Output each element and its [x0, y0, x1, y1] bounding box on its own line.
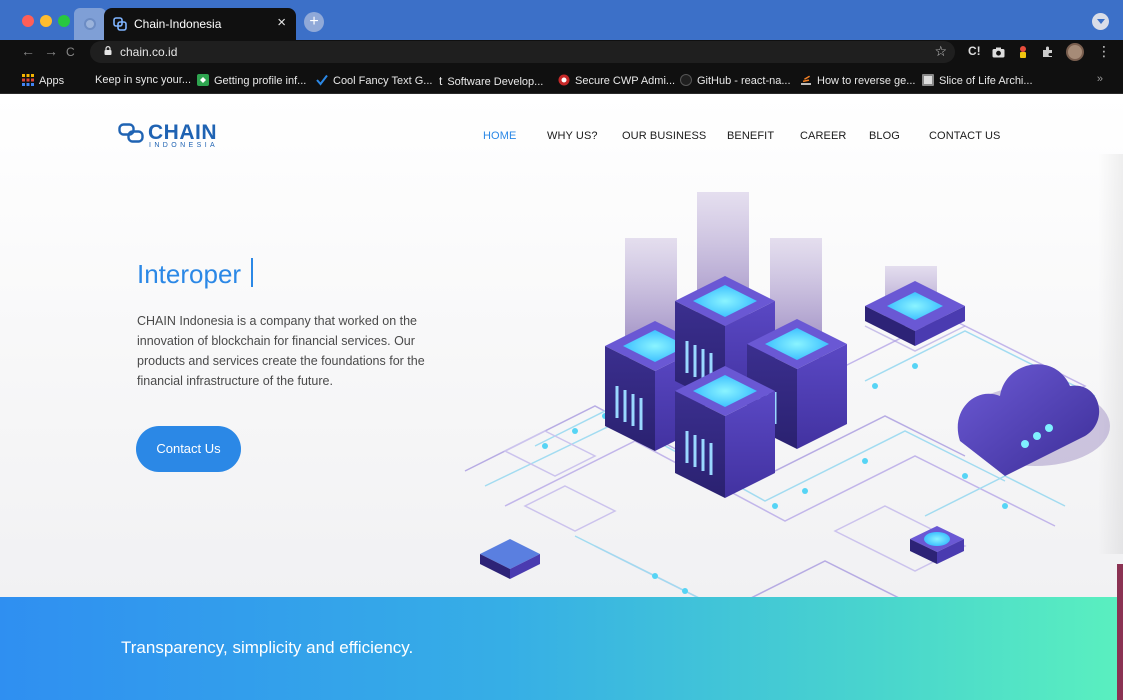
bookmarks-bar: Apps Keep in sync your... Getting profil…: [0, 65, 1123, 94]
logo-subtitle: INDONESIA: [149, 142, 219, 149]
browser-titlebar: Chain-Indonesia × +: [0, 0, 1123, 40]
bookmark-software-develop[interactable]: t Software Develop...: [439, 74, 543, 88]
bookmark-apps[interactable]: Apps: [22, 74, 64, 87]
bookmark-keep-in-sync[interactable]: Keep in sync your...: [95, 74, 191, 86]
bookmark-label: Keep in sync your...: [95, 74, 191, 86]
inactive-tab[interactable]: [74, 8, 106, 40]
bookmark-how-to-reverse[interactable]: How to reverse ge...: [800, 74, 915, 87]
apps-grid-icon: [22, 74, 34, 86]
bookmark-secure-cwp[interactable]: Secure CWP Admi...: [558, 74, 675, 87]
extension-c-icon[interactable]: C!: [968, 44, 981, 58]
side-scroll-strip: [1117, 564, 1123, 700]
typing-caret: [251, 258, 253, 287]
bookmarks-overflow-icon[interactable]: »: [1097, 73, 1103, 85]
url-text[interactable]: chain.co.id: [120, 45, 177, 59]
bookmark-label: Software Develop...: [447, 76, 544, 88]
github-icon: [680, 74, 692, 86]
active-tab[interactable]: Chain-Indonesia ×: [104, 8, 296, 40]
bookmark-getting-profile[interactable]: Getting profile inf...: [197, 74, 306, 87]
reload-icon[interactable]: C: [66, 45, 75, 59]
checkmark-icon: [316, 74, 328, 86]
tab-favicon-icon: [84, 18, 96, 30]
browser-menu-icon[interactable]: ⋮: [1097, 43, 1111, 60]
bookmark-label: Slice of Life Archi...: [939, 75, 1033, 87]
site-icon: [922, 74, 934, 86]
nav-career[interactable]: CAREER: [800, 130, 846, 142]
tab-title: Chain-Indonesia: [134, 17, 222, 31]
bookmark-slice-of-life[interactable]: Slice of Life Archi...: [922, 74, 1033, 87]
hero-description: CHAIN Indonesia is a company that worked…: [137, 314, 425, 388]
profile-menu-icon[interactable]: [1092, 13, 1109, 30]
user-avatar[interactable]: [1066, 43, 1084, 61]
puzzle-extensions-icon[interactable]: [1042, 46, 1054, 58]
cwp-icon: [558, 74, 570, 86]
back-arrow-icon[interactable]: ←: [21, 43, 35, 59]
bookmark-label: GitHub - react-na...: [697, 75, 791, 87]
new-tab-button[interactable]: +: [304, 12, 324, 32]
tagline-text: Transparency, simplicity and efficiency.: [121, 638, 414, 657]
browser-toolbar: ← → C chain.co.id ☆ C! ⋮: [0, 40, 1123, 65]
forward-arrow-icon[interactable]: →: [44, 43, 58, 59]
nav-blog[interactable]: BLOG: [869, 130, 900, 142]
bookmark-label: Secure CWP Admi...: [575, 75, 676, 87]
tab-close-icon[interactable]: ×: [277, 14, 286, 31]
stackoverflow-icon: [801, 75, 811, 85]
bookmark-label: Cool Fancy Text G...: [333, 75, 433, 87]
nav-why-us[interactable]: WHY US?: [547, 130, 598, 142]
nav-contact-us[interactable]: CONTACT US: [929, 130, 1001, 142]
contact-us-button[interactable]: Contact Us: [136, 426, 241, 472]
bookmark-star-icon[interactable]: ☆: [934, 43, 947, 60]
dev-extension-icon[interactable]: [1017, 45, 1029, 59]
nav-our-business[interactable]: OUR BUSINESS: [622, 130, 706, 142]
chain-favicon-icon: [113, 17, 127, 31]
address-bar[interactable]: chain.co.id ☆: [90, 41, 955, 63]
tagline-band: Transparency, simplicity and efficiency.: [0, 597, 1123, 700]
bookmark-label: Apps: [39, 75, 65, 87]
bookmark-cool-fancy-text[interactable]: Cool Fancy Text G...: [316, 74, 432, 87]
hero-title: Interoper: [137, 259, 242, 289]
lock-icon: [104, 46, 112, 55]
bookmark-label: Getting profile inf...: [214, 75, 307, 87]
web-page: CHAIN INDONESIA HOME WHY US? OUR BUSINES…: [0, 94, 1123, 700]
bookmark-github[interactable]: GitHub - react-na...: [680, 74, 791, 87]
maximize-window-button[interactable]: [58, 15, 70, 27]
camera-extension-icon[interactable]: [992, 47, 1005, 58]
bookmark-label: How to reverse ge...: [817, 75, 916, 87]
tumblr-icon: t: [439, 74, 443, 88]
close-window-button[interactable]: [22, 15, 34, 27]
nav-home[interactable]: HOME: [483, 130, 516, 142]
chain-logo-icon: [118, 123, 144, 143]
minimize-window-button[interactable]: [40, 15, 52, 27]
site-icon: [197, 74, 209, 86]
nav-benefit[interactable]: BENEFIT: [727, 130, 774, 142]
